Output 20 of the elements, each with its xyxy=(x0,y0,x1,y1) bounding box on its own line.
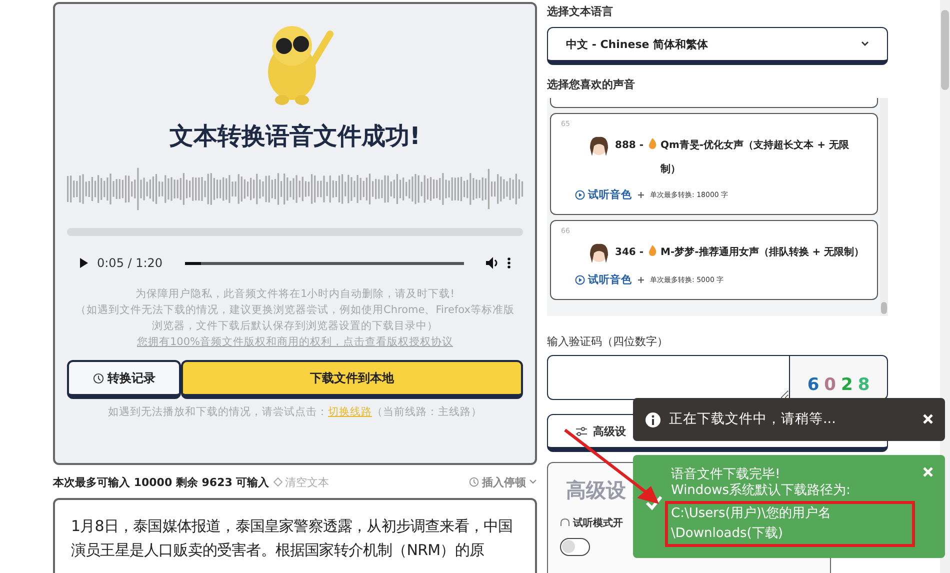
voice-name: M-梦梦-推荐通用女声（排队转换 + 无限制） xyxy=(660,246,864,260)
language-label: 选择文本语言 xyxy=(547,4,614,19)
success-title: 文本转换语音文件成功! xyxy=(170,121,420,152)
notice-text: 为保障用户隐私，此音频文件将在1小时内自动删除，请及时下载! xyxy=(136,287,454,302)
toast-message: Windows系统默认下载路径为: xyxy=(671,483,852,499)
advanced-heading: 高级设 xyxy=(566,477,626,504)
route-note: 如遇到无法播放和下载的情况，请尝试点击： xyxy=(108,405,328,419)
captcha-label: 输入验证码（四位数字） xyxy=(547,334,669,349)
playback-time: 0:05 / 1:20 xyxy=(97,256,163,270)
voice-number: 888 - xyxy=(615,139,644,153)
toast-message: 语音文件下载完毕! xyxy=(671,467,782,483)
download-path: C:\Users(用户)\您的用户名\Downloads(下载) xyxy=(665,501,915,547)
voice-label: 选择您喜欢的声音 xyxy=(547,77,636,92)
route-note: （当前线路：主线路） xyxy=(372,405,482,419)
input-limit-text: 本次最多可输入 10000 剩余 9623 可输入 xyxy=(53,474,270,490)
notice-text: （如遇到文件无法下载的情况，建议更换浏览器尝试，例如使用Chrome、Firefox等标准版浏览器，文件下载后默认保存到浏览器设置的下载目录中） xyxy=(75,303,515,334)
voice-number: 346 - xyxy=(615,246,644,260)
toast-message: 正在下载文件中，请稍等... xyxy=(669,411,837,428)
preview-mode-label: 试听模式开 xyxy=(573,516,623,530)
voice-name: Qm青旻-优化女声（支持超长文本 + 无限制） xyxy=(660,138,850,177)
